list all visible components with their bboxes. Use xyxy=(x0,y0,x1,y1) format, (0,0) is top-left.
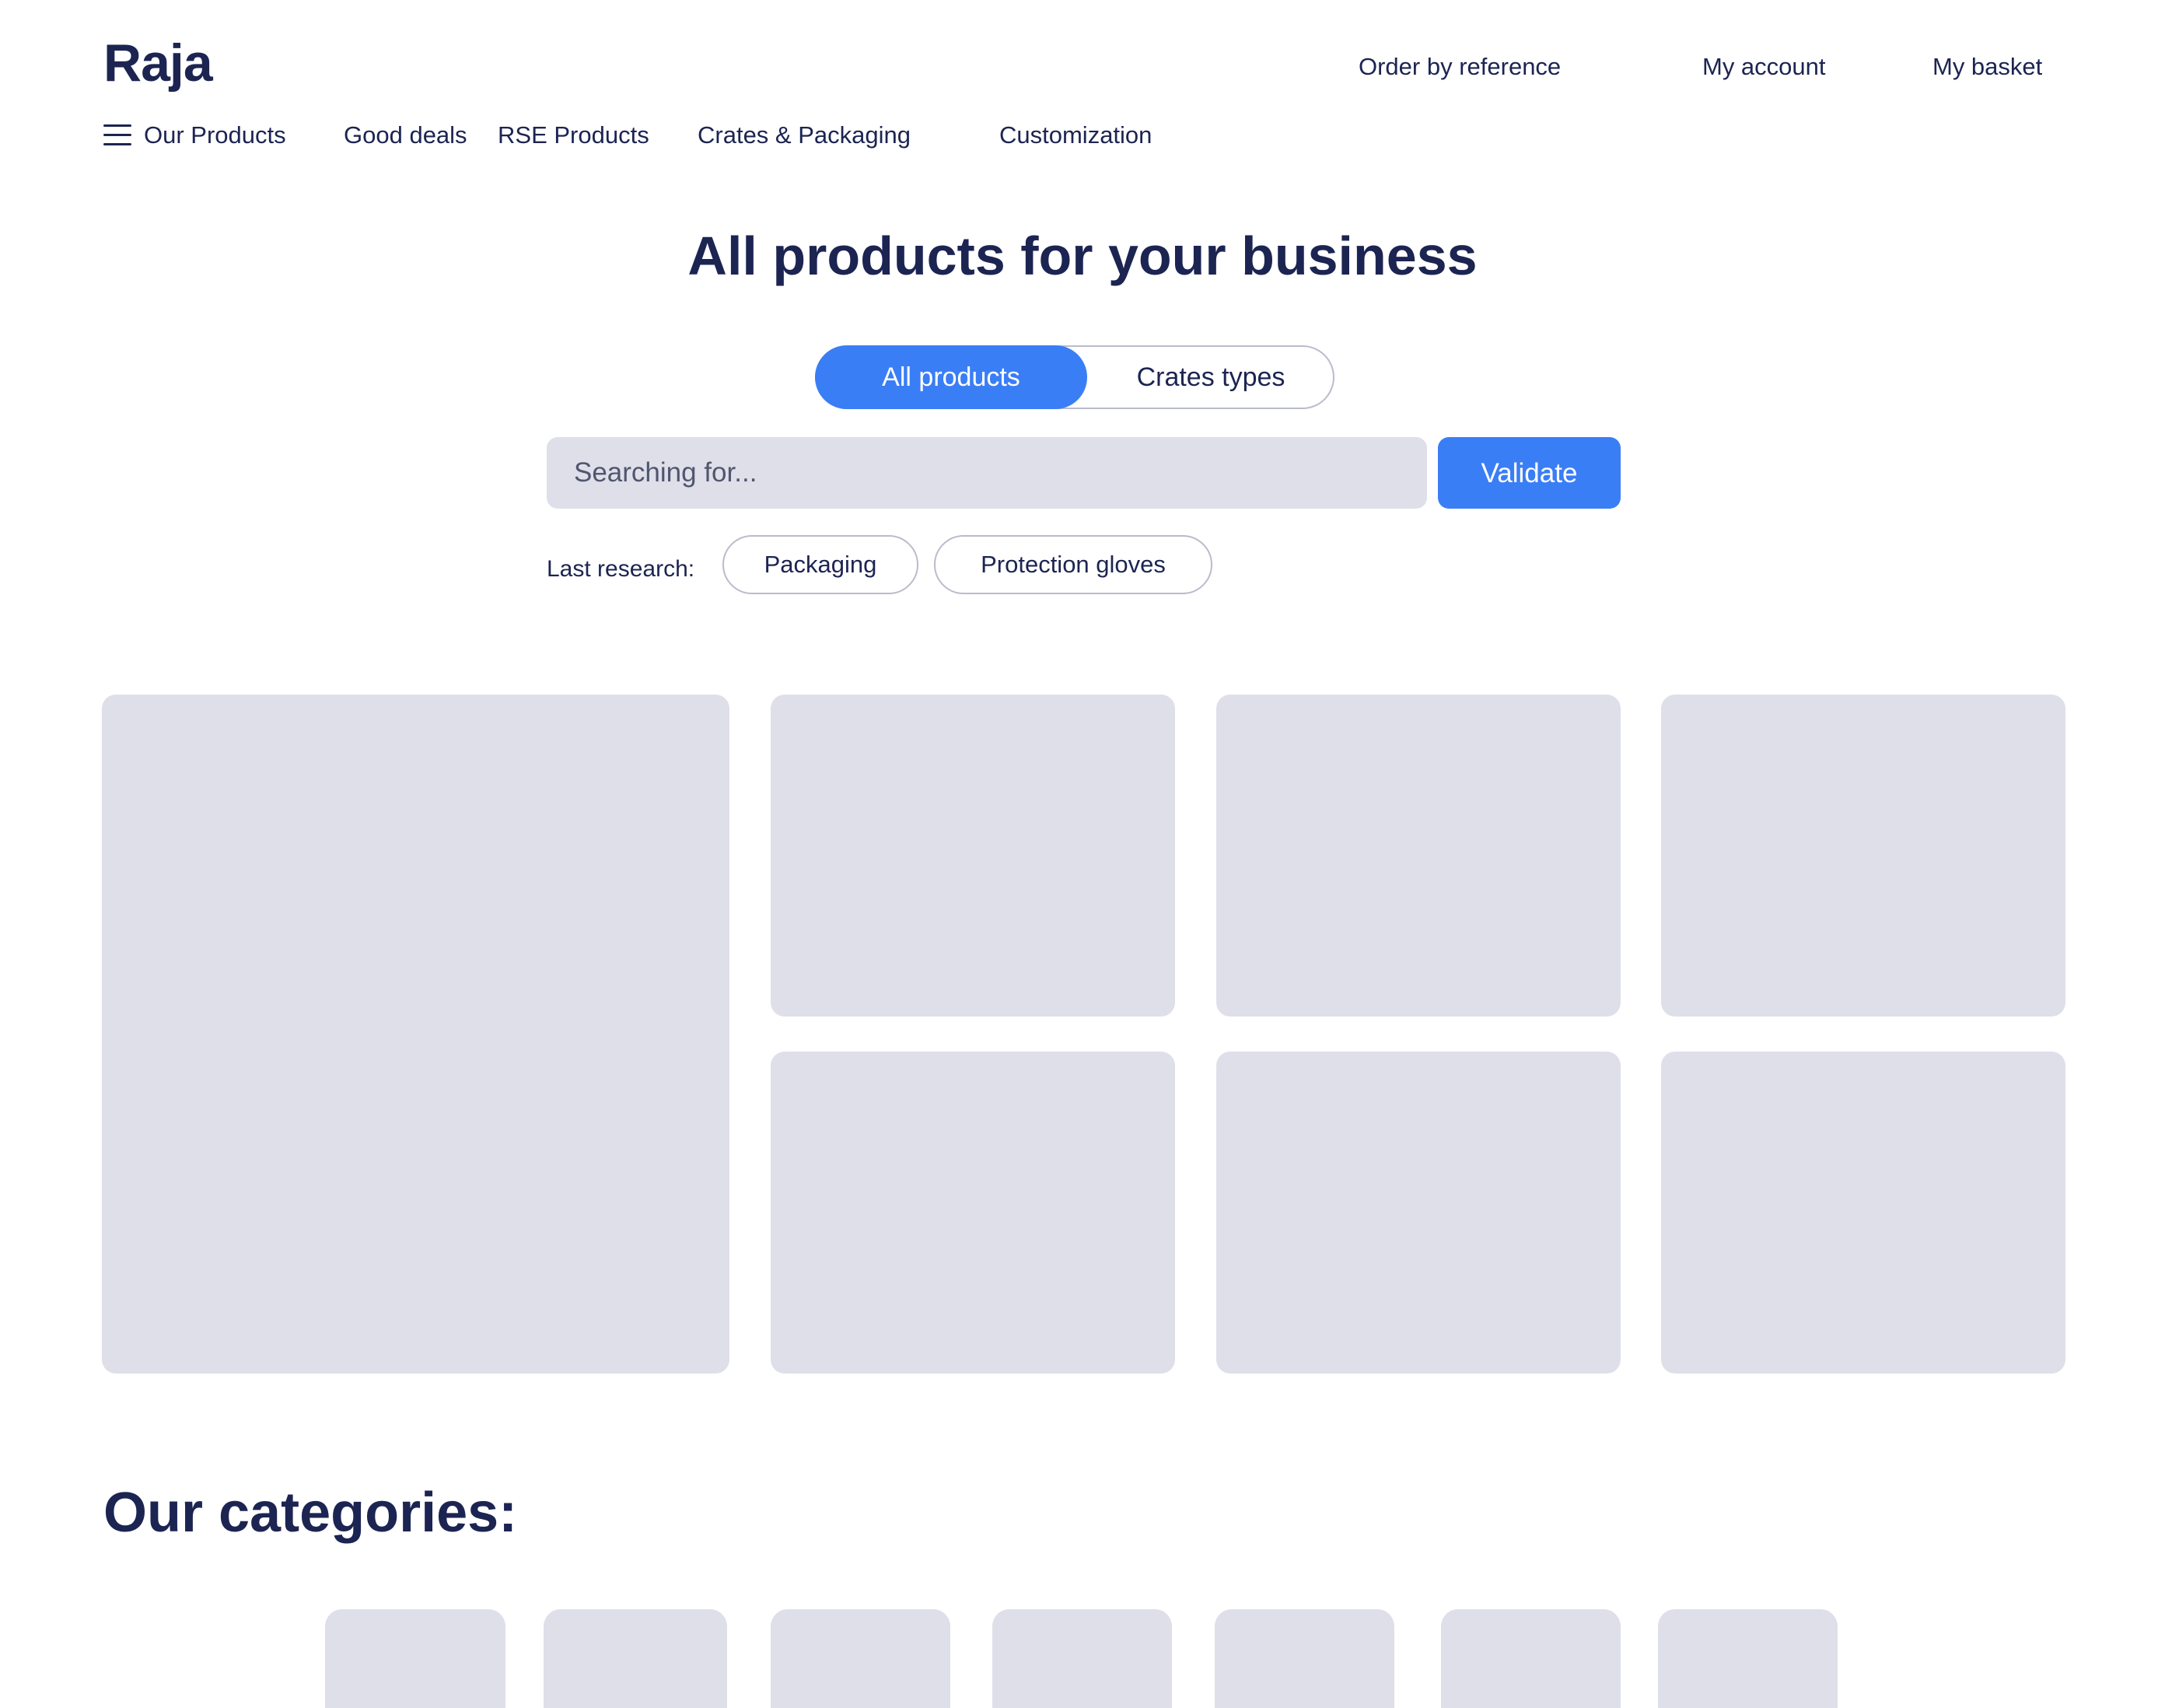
last-research-label: Last research: xyxy=(547,556,695,582)
product-tile[interactable] xyxy=(771,695,1175,1017)
hamburger-menu-icon[interactable] xyxy=(103,124,131,146)
category-tile[interactable] xyxy=(771,1609,950,1708)
product-tile[interactable] xyxy=(771,1052,1175,1374)
category-tile[interactable] xyxy=(1658,1609,1838,1708)
page: Raja Order by reference My account My ba… xyxy=(0,0,2165,1708)
toggle-crates-types[interactable]: Crates types xyxy=(1087,345,1334,409)
category-tile[interactable] xyxy=(1215,1609,1394,1708)
product-tile-featured[interactable] xyxy=(102,695,729,1374)
page-title: All products for your business xyxy=(687,226,1478,286)
order-by-reference-link[interactable]: Order by reference xyxy=(1359,51,1561,82)
categories-title: Our categories: xyxy=(103,1482,518,1544)
product-tile[interactable] xyxy=(1216,1052,1621,1374)
search-input[interactable] xyxy=(547,437,1427,509)
nav-item-crates-packaging[interactable]: Crates & Packaging xyxy=(698,120,911,151)
last-research-chip-protection-gloves[interactable]: Protection gloves xyxy=(934,535,1212,594)
category-tile[interactable] xyxy=(992,1609,1172,1708)
my-basket-link[interactable]: My basket xyxy=(1932,51,2042,82)
toggle-all-products[interactable]: All products xyxy=(815,345,1087,409)
product-tile[interactable] xyxy=(1661,695,2065,1017)
nav-item-our-products[interactable]: Our Products xyxy=(144,120,286,151)
nav-item-rse-products[interactable]: RSE Products xyxy=(498,120,649,151)
nav-item-customization[interactable]: Customization xyxy=(999,120,1152,151)
category-tile[interactable] xyxy=(325,1609,505,1708)
logo[interactable]: Raja xyxy=(103,31,213,95)
category-tile[interactable] xyxy=(1441,1609,1621,1708)
last-research-chip-packaging[interactable]: Packaging xyxy=(722,535,918,594)
product-tile[interactable] xyxy=(1216,695,1621,1017)
my-account-link[interactable]: My account xyxy=(1702,51,1826,82)
product-tile[interactable] xyxy=(1661,1052,2065,1374)
category-tile[interactable] xyxy=(544,1609,727,1708)
nav-item-good-deals[interactable]: Good deals xyxy=(344,120,467,151)
validate-button[interactable]: Validate xyxy=(1438,437,1621,509)
product-type-toggle: All products Crates types xyxy=(815,345,1334,409)
